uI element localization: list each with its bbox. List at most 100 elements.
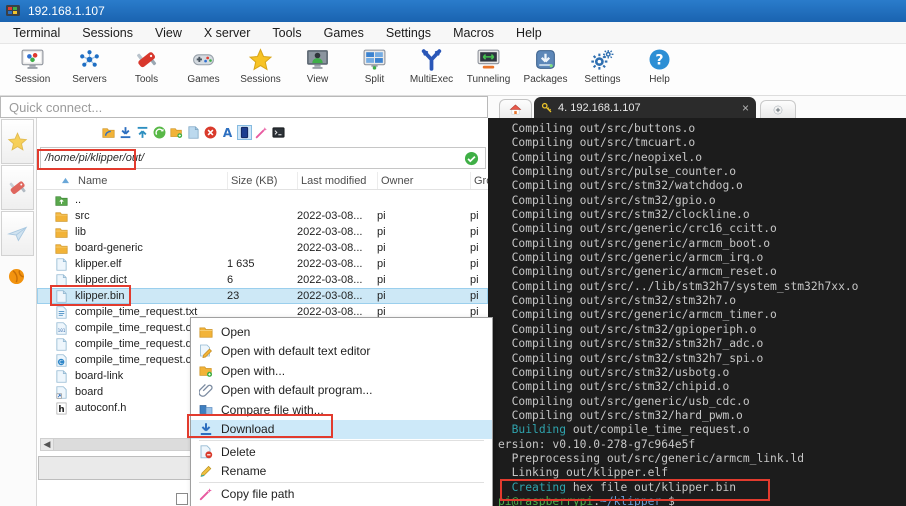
file-row-klipper-dict[interactable]: klipper.dict62022-03-08...pipi xyxy=(37,272,488,288)
toolbar-button-session[interactable]: Session xyxy=(4,44,61,95)
terminal-output[interactable]: Compiling out/src/buttons.o Compiling ou… xyxy=(488,118,906,506)
file-row-[interactable]: .. xyxy=(37,192,488,208)
menu-separator xyxy=(199,482,484,483)
terminal-line: Linking out/klipper.elf xyxy=(498,466,906,480)
column-header-gro[interactable]: Gro xyxy=(470,172,488,189)
toolbar-button-split[interactable]: Split xyxy=(346,44,403,95)
file-icon-file-h: h xyxy=(55,402,68,415)
context-menu-item-compare-file-with[interactable]: Compare file with... xyxy=(191,400,492,420)
sidebar-item-knife[interactable] xyxy=(1,165,34,210)
follow-terminal-folder-checkbox[interactable] xyxy=(176,493,188,505)
toolbar-button-tunneling[interactable]: Tunneling xyxy=(460,44,517,95)
menu-help[interactable]: Help xyxy=(505,22,553,44)
column-header-size-kb[interactable]: Size (KB) xyxy=(227,172,297,189)
sftp-tool-folder-phone-icon[interactable] xyxy=(101,125,116,140)
terminal-line: Compiling out/src/stm32/stm32h7.o xyxy=(498,294,906,308)
file-icon-file xyxy=(55,338,68,351)
file-modified: 2022-03-08... xyxy=(297,226,377,238)
file-row-klipper-bin[interactable]: klipper.bin232022-03-08...pipi xyxy=(37,288,488,304)
toolbar-label: Settings xyxy=(584,74,620,85)
quick-connect-input[interactable]: Quick connect... xyxy=(0,96,488,118)
sort-indicator xyxy=(55,172,75,189)
globe-icon xyxy=(6,266,27,287)
context-menu-item-open[interactable]: Open xyxy=(191,322,492,342)
toolbar-button-tools[interactable]: Tools xyxy=(118,44,175,95)
file-row-board-generic[interactable]: board-generic2022-03-08...pipi xyxy=(37,240,488,256)
menu-view[interactable]: View xyxy=(144,22,193,44)
sftp-tool-font-a-icon[interactable]: A xyxy=(220,125,235,140)
window-title: 192.168.1.107 xyxy=(28,4,105,18)
svg-text:?: ? xyxy=(655,53,663,69)
column-header-name[interactable]: Name xyxy=(75,172,227,189)
file-name: board-generic xyxy=(75,242,227,254)
column-header-last-modified[interactable]: Last modified xyxy=(297,172,377,189)
file-name: .. xyxy=(75,194,227,206)
context-menu-item-open-with-default-program[interactable]: Open with default program... xyxy=(191,381,492,401)
context-menu-item-delete[interactable]: Delete xyxy=(191,442,492,462)
sidebar-item-star[interactable] xyxy=(1,119,34,164)
tab-new[interactable] xyxy=(760,100,796,118)
toolbar-label: Session xyxy=(15,74,51,85)
menu-macros[interactable]: Macros xyxy=(442,22,505,44)
menu-sessions[interactable]: Sessions xyxy=(71,22,144,44)
sftp-tool-delete-circle-icon[interactable] xyxy=(203,125,218,140)
wand-icon xyxy=(199,487,213,501)
sftp-tool-panel-icon[interactable] xyxy=(237,125,252,140)
context-menu-item-open-with[interactable]: Open with... xyxy=(191,361,492,381)
toolbar-button-packages[interactable]: Packages xyxy=(517,44,574,95)
file-owner: pi xyxy=(377,226,470,238)
sidebar-item-plane[interactable] xyxy=(1,211,34,256)
path-field[interactable]: /home/pi/klipper/out/ xyxy=(40,147,486,169)
toolbar-button-multiexec[interactable]: MultiExec xyxy=(403,44,460,95)
multiexec-icon xyxy=(419,47,444,72)
toolbar-label: Servers xyxy=(72,74,106,85)
file-size: 6 xyxy=(227,274,297,286)
file-icon-folder xyxy=(55,242,68,255)
context-menu-item-rename[interactable]: Rename xyxy=(191,462,492,482)
menu-x-server[interactable]: X server xyxy=(193,22,262,44)
toolbar-button-sessions[interactable]: Sessions xyxy=(232,44,289,95)
toolbar-label: Games xyxy=(187,74,219,85)
path-ok-check-icon xyxy=(464,151,479,166)
menu-item-label: Download xyxy=(221,422,274,436)
toolbar-button-settings[interactable]: Settings xyxy=(574,44,631,95)
file-group: pi xyxy=(470,210,488,222)
sidebar-item-globe[interactable] xyxy=(0,256,33,296)
sftp-tool-new-folder-icon[interactable] xyxy=(169,125,184,140)
file-row-src[interactable]: src2022-03-08...pipi xyxy=(37,208,488,224)
tab-home[interactable] xyxy=(499,99,532,118)
context-menu-item-download[interactable]: Download xyxy=(191,420,492,440)
menu-games[interactable]: Games xyxy=(313,22,375,44)
toolbar-button-servers[interactable]: Servers xyxy=(61,44,118,95)
file-name: klipper.elf xyxy=(75,258,227,270)
sftp-tool-download-icon[interactable] xyxy=(118,125,133,140)
tab-active-session[interactable]: 4. 192.168.1.107 × xyxy=(534,97,756,118)
toolbar-button-view[interactable]: View xyxy=(289,44,346,95)
tab-close-icon[interactable]: × xyxy=(742,102,749,114)
toolbar-button-games[interactable]: Games xyxy=(175,44,232,95)
app-logo-icon xyxy=(6,4,20,18)
toolbar-label: Tools xyxy=(135,74,158,85)
toolbar-button-help[interactable]: ?Help xyxy=(631,44,688,95)
session-icon xyxy=(20,47,45,72)
sftp-tool-refresh-icon[interactable] xyxy=(152,125,167,140)
sftp-tool-upload-icon[interactable] xyxy=(135,125,150,140)
file-row-lib[interactable]: lib2022-03-08...pipi xyxy=(37,224,488,240)
context-menu-item-open-with-default-text-editor[interactable]: Open with default text editor xyxy=(191,342,492,362)
menu-settings[interactable]: Settings xyxy=(375,22,442,44)
terminal-line: Compiling out/src/stm32/usbotg.o xyxy=(498,366,906,380)
menu-item-label: Delete xyxy=(221,445,256,459)
scroll-left-arrow[interactable]: ◀ xyxy=(40,438,54,451)
menu-tools[interactable]: Tools xyxy=(261,22,312,44)
context-menu-item-copy-file-path[interactable]: Copy file path xyxy=(191,484,492,504)
sftp-tool-terminal-dark-icon[interactable] xyxy=(271,125,286,140)
sftp-tool-wand-icon[interactable] xyxy=(254,125,269,140)
sftp-tool-new-file-icon[interactable] xyxy=(186,125,201,140)
menu-terminal[interactable]: Terminal xyxy=(2,22,71,44)
file-icon-file-link xyxy=(55,386,68,399)
file-row-klipper-elf[interactable]: klipper.elf1 6352022-03-08...pipi xyxy=(37,256,488,272)
column-header-owner[interactable]: Owner xyxy=(377,172,470,189)
file-group: pi xyxy=(470,226,488,238)
terminal-line: Compiling out/src/generic/armcm_timer.o xyxy=(498,308,906,322)
terminal-line: Compiling out/src/stm32/clockline.o xyxy=(498,208,906,222)
